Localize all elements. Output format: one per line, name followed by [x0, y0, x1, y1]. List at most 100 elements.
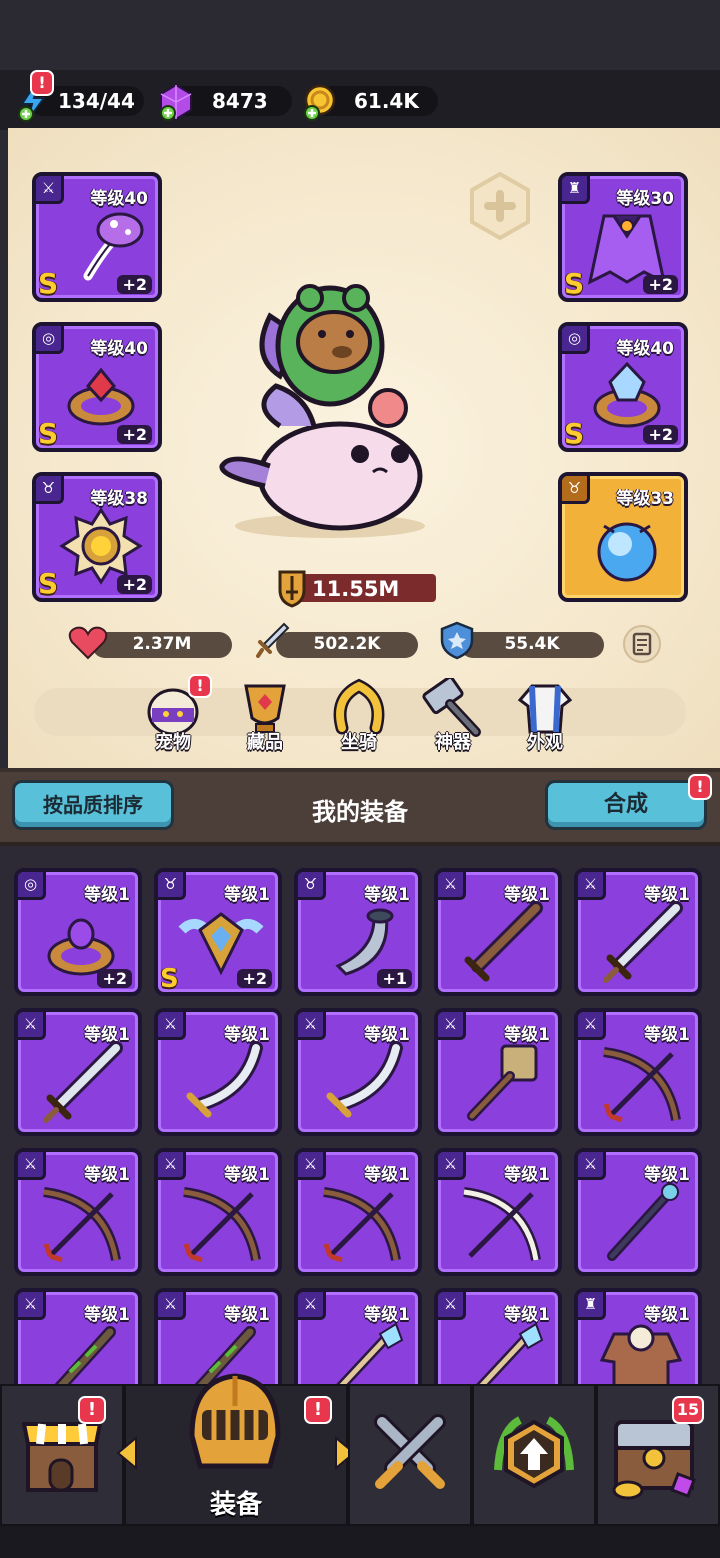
inventory-item[interactable]: ⚔ 等级1	[14, 1288, 142, 1386]
inventory-item[interactable]: ⚔ 等级1	[434, 868, 562, 996]
attack-value: 502.2K	[313, 634, 381, 654]
inventory-item[interactable]: ⚔ 等级1	[574, 1008, 702, 1136]
menu-artifact[interactable]: 神器	[418, 676, 488, 756]
equip-slot-orb[interactable]: ♉ 等级33	[558, 472, 688, 602]
inventory-item[interactable]: ⚔ 等级1	[14, 1148, 142, 1276]
steel-sword-icon	[43, 1041, 123, 1123]
heart-icon	[68, 626, 108, 660]
wood-staff-icon	[52, 1326, 116, 1386]
inventory-item[interactable]: ♉ 等级1 S +2	[154, 868, 282, 996]
chest-count-badge: 15	[672, 1396, 704, 1424]
pet-alert-badge: !	[188, 674, 212, 698]
menu-label: 坐骑	[341, 732, 377, 753]
treasure-chest-icon	[612, 1420, 696, 1500]
sword-icon: ⚔	[18, 1152, 46, 1180]
sword-icon: ⚔	[18, 1012, 46, 1040]
sword-icon: ⚔	[578, 872, 606, 900]
necklace-icon: ♉	[562, 476, 590, 504]
steel-sword-icon	[603, 901, 683, 983]
wooden-sword-icon	[464, 901, 543, 982]
necklace-icon: ♉	[36, 476, 64, 504]
energy-value: 134/44	[58, 89, 135, 113]
nav-equipment-label: 装备	[209, 1490, 262, 1520]
merge-button[interactable]: 合成	[545, 780, 707, 830]
upgrade-plus: +2	[117, 275, 152, 294]
sword-icon: ⚔	[18, 1292, 46, 1320]
bow-icon	[603, 1047, 681, 1123]
gold-coin-icon[interactable]	[300, 82, 340, 122]
sword-icon: ⚔	[438, 872, 466, 900]
necklace-icon: ♉	[158, 872, 186, 900]
inventory-item[interactable]: ⚔ 等级1	[574, 1148, 702, 1276]
menu-outfit[interactable]: 外观	[510, 676, 580, 756]
defense-value: 55.4K	[504, 634, 560, 654]
inventory-grid: ◎ 等级1 +2 ♉ 等级1 S +2 ♉ 等级1 +1 ⚔ 等级1 ⚔ 等级1 ⚔ 等级1 ⚔ 等级1 ⚔ 等级1 ⚔…	[0, 846, 720, 1386]
leather-armor-icon	[599, 1324, 683, 1386]
inventory-item[interactable]: ◎ 等级1 +2	[14, 868, 142, 996]
helmet-icon	[189, 1373, 281, 1469]
stats-detail-icon[interactable]	[622, 624, 662, 664]
scimitar-icon	[186, 1041, 263, 1118]
upgrade-plus: +2	[117, 575, 152, 594]
upgrade-plus: +2	[643, 275, 678, 294]
inventory-item[interactable]: ♉ 等级1 +1	[294, 868, 422, 996]
grade-label: S	[564, 267, 585, 300]
ring-icon: ◎	[562, 326, 590, 354]
sword-icon: ⚔	[298, 1152, 326, 1180]
equip-slot-necklace[interactable]: ♉ 等级38 S +2	[32, 472, 162, 602]
purple-gem-icon[interactable]	[156, 82, 196, 122]
mushroom-axe-icon	[83, 212, 144, 281]
ice-orb-icon	[597, 522, 657, 582]
power-value: 11.55M	[312, 577, 400, 601]
inventory-item[interactable]: ♜ 等级1	[574, 1288, 702, 1386]
inventory-item[interactable]: ⚔ 等级1	[14, 1008, 142, 1136]
inventory-item[interactable]: ⚔ 等级1	[154, 1148, 282, 1276]
defense-stat: 55.4K	[460, 632, 604, 658]
grade-label: S	[564, 417, 585, 450]
scimitar-icon	[326, 1041, 403, 1118]
shield-icon	[440, 621, 474, 660]
bow-icon	[323, 1187, 401, 1263]
inventory-item[interactable]: ⚔ 等级1	[434, 1148, 562, 1276]
equip-slot-ring-left[interactable]: ◎ 等级40 S +2	[32, 322, 162, 452]
prev-arrow-icon[interactable]	[114, 1436, 138, 1470]
sword-icon: ⚔	[298, 1292, 326, 1320]
ruby-ring-icon	[67, 367, 135, 426]
inventory-item[interactable]: ⚔ 等级1	[294, 1288, 422, 1386]
armor-icon: ♜	[578, 1292, 606, 1320]
ring-icon: ◎	[36, 326, 64, 354]
sword-icon: ⚔	[578, 1152, 606, 1180]
power-sword-icon	[278, 570, 306, 608]
menu-collection[interactable]: 藏品	[230, 676, 300, 756]
sword-icon: ⚔	[36, 176, 64, 204]
equip-slot-weapon[interactable]: ⚔ 等级40 S +2	[32, 172, 162, 302]
staff-icon	[607, 1183, 679, 1261]
inventory-item[interactable]: ⚔ 等级1	[434, 1008, 562, 1136]
inventory-item[interactable]: ⚔ 等级1	[154, 1008, 282, 1136]
gem-value: 8473	[212, 89, 268, 113]
menu-label: 藏品	[247, 732, 283, 753]
inventory-item[interactable]: ⚔ 等级1	[434, 1288, 562, 1386]
attack-stat: 502.2K	[276, 632, 418, 658]
crystal-ring-icon	[593, 361, 661, 428]
grade-label: S	[38, 567, 59, 600]
necklace-icon: ♉	[298, 872, 326, 900]
armor-icon: ♜	[562, 176, 590, 204]
inventory-title: 我的装备	[312, 798, 408, 826]
sword-icon: ⚔	[158, 1152, 186, 1180]
hp-value: 2.37M	[132, 634, 192, 654]
equip-slot-ring-right[interactable]: ◎ 等级40 S +2	[558, 322, 688, 452]
sword-icon: ⚔	[158, 1292, 186, 1320]
sort-by-quality-button[interactable]: 按品质排序	[12, 780, 174, 830]
menu-mount[interactable]: 坐骑	[324, 676, 394, 756]
inventory-item[interactable]: ⚔ 等级1	[574, 868, 702, 996]
equip-slot-armor[interactable]: ♜ 等级30 S +2	[558, 172, 688, 302]
upgrade-plus: +2	[97, 969, 132, 988]
combat-power: 11.55M	[272, 568, 440, 608]
bow-icon	[43, 1187, 121, 1263]
ice-staff-icon	[474, 1322, 544, 1386]
add-slot-button[interactable]	[464, 170, 536, 242]
hp-stat: 2.37M	[92, 632, 232, 658]
inventory-item[interactable]: ⚔ 等级1	[294, 1008, 422, 1136]
inventory-item[interactable]: ⚔ 等级1	[294, 1148, 422, 1276]
